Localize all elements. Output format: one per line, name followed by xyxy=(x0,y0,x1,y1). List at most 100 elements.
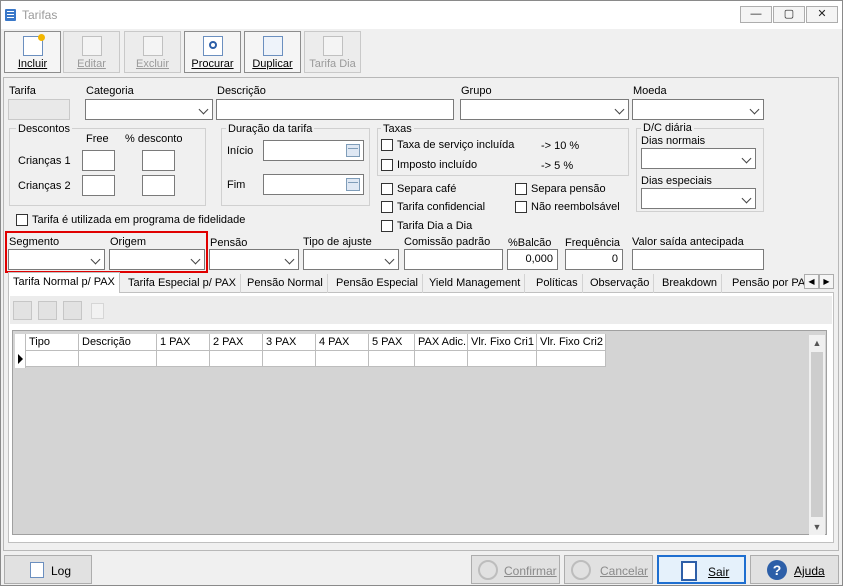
grid-vertical-scrollbar[interactable]: ▲ ▼ xyxy=(809,335,825,535)
sair-button[interactable]: Sair xyxy=(657,555,746,584)
criancas2-free-input[interactable] xyxy=(82,175,115,196)
tab-tarifa-normal[interactable]: Tarifa Normal p/ PAX xyxy=(8,272,120,293)
grid-cell[interactable] xyxy=(79,351,157,367)
duracao-label: Duração da tarifa xyxy=(226,123,315,135)
tarifa-input[interactable] xyxy=(8,99,70,120)
tab-pensao-por-pax[interactable]: Pensão por PA xyxy=(728,274,804,294)
grid-cell[interactable] xyxy=(210,351,263,367)
grid-header-3pax[interactable]: 3 PAX xyxy=(263,334,316,351)
grid-header-4pax[interactable]: 4 PAX xyxy=(316,334,369,351)
tarifa-dia-a-dia-checkbox[interactable] xyxy=(381,220,393,232)
grid-header-pax-adic[interactable]: PAX Adic. xyxy=(415,334,468,351)
grid-cell[interactable] xyxy=(157,351,210,367)
chevron-down-icon xyxy=(284,254,295,265)
grid-cell[interactable] xyxy=(537,351,606,367)
calendar-icon xyxy=(322,36,343,56)
tab-breakdown[interactable]: Breakdown xyxy=(658,274,723,294)
moeda-combo[interactable] xyxy=(632,99,764,120)
tab-observacao[interactable]: Observação xyxy=(586,274,655,294)
log-button[interactable]: Log xyxy=(4,555,92,584)
dias-especiais-combo[interactable] xyxy=(641,188,756,209)
tab-tarifa-especial[interactable]: Tarifa Especial p/ PAX xyxy=(124,274,242,294)
cancelar-button[interactable]: Cancelar xyxy=(564,555,653,584)
balcao-input[interactable]: 0,000 xyxy=(507,249,558,270)
criancas1-desconto-input[interactable] xyxy=(142,150,175,171)
frequencia-input[interactable]: 0 xyxy=(565,249,623,270)
grid-header-descricao[interactable]: Descrição xyxy=(79,334,157,351)
origem-label: Origem xyxy=(110,236,147,248)
incluir-label: Incluir xyxy=(17,58,48,70)
confirmar-button[interactable]: Confirmar xyxy=(471,555,560,584)
descricao-input[interactable] xyxy=(216,99,454,120)
grid-cell[interactable] xyxy=(316,351,369,367)
tab-pensao-normal[interactable]: Pensão Normal xyxy=(243,274,328,294)
scroll-up-icon[interactable]: ▲ xyxy=(809,335,825,351)
descontos-label: Descontos xyxy=(16,123,72,135)
imposto-checkbox[interactable] xyxy=(381,159,393,171)
grid-header-5pax[interactable]: 5 PAX xyxy=(369,334,415,351)
grupo-combo[interactable] xyxy=(460,99,629,120)
origem-combo[interactable] xyxy=(109,249,205,270)
chevron-down-icon xyxy=(741,193,752,204)
incluir-button[interactable]: Incluir xyxy=(4,31,61,73)
fidelidade-checkbox[interactable] xyxy=(16,214,28,226)
grid-cell[interactable] xyxy=(468,351,537,367)
tab-scroll-left-icon[interactable]: ◀ xyxy=(804,274,819,289)
categoria-combo[interactable] xyxy=(85,99,213,120)
tipo-ajuste-combo[interactable] xyxy=(303,249,399,270)
grid-cell[interactable] xyxy=(263,351,316,367)
excluir-label: Excluir xyxy=(135,58,169,70)
separa-cafe-checkbox[interactable] xyxy=(381,183,393,195)
duplicar-button[interactable]: Duplicar xyxy=(244,31,301,73)
grid-cell[interactable] xyxy=(415,351,468,367)
grid-header-1pax[interactable]: 1 PAX xyxy=(157,334,210,351)
duplicar-label: Duplicar xyxy=(252,58,293,70)
dias-normais-combo[interactable] xyxy=(641,148,756,169)
grid-cell[interactable] xyxy=(369,351,415,367)
chevron-down-icon xyxy=(198,104,209,115)
grid-delete-icon[interactable] xyxy=(63,301,82,320)
separa-pensao-checkbox[interactable] xyxy=(515,183,527,195)
grid-edit-icon[interactable] xyxy=(38,301,57,320)
taxas-label: Taxas xyxy=(381,123,414,135)
close-button[interactable]: ✕ xyxy=(806,6,838,23)
calendar-icon[interactable] xyxy=(346,178,360,191)
criancas1-free-input[interactable] xyxy=(82,150,115,171)
sair-label: Sair xyxy=(708,565,730,579)
fim-date-input[interactable] xyxy=(263,174,364,195)
tarifa-confidencial-checkbox[interactable] xyxy=(381,201,393,213)
current-row-arrow-icon xyxy=(18,354,23,364)
inicio-date-input[interactable] xyxy=(263,140,364,161)
ajuda-button[interactable]: ? Ajuda xyxy=(750,555,839,584)
moeda-label: Moeda xyxy=(633,85,667,97)
grid-add-icon[interactable] xyxy=(13,301,32,320)
scroll-thumb[interactable] xyxy=(811,352,823,517)
tab-yield-management[interactable]: Yield Management xyxy=(425,274,526,294)
tarifa-dia-button[interactable]: Tarifa Dia xyxy=(304,31,361,73)
grid-header-vlr-fixo-cri1[interactable]: Vlr. Fixo Cri1 xyxy=(468,334,537,351)
grid-header-2pax[interactable]: 2 PAX xyxy=(210,334,263,351)
editar-button[interactable]: Editar xyxy=(63,31,120,73)
valor-saida-input[interactable] xyxy=(632,249,764,270)
tab-politicas[interactable]: Políticas xyxy=(532,274,583,294)
grid-copy-icon[interactable] xyxy=(91,303,104,319)
nao-reembolsavel-checkbox[interactable] xyxy=(515,201,527,213)
criancas2-desconto-input[interactable] xyxy=(142,175,175,196)
taxa-servico-checkbox[interactable] xyxy=(381,139,393,151)
grid-header-vlr-fixo-cri2[interactable]: Vlr. Fixo Cri2 xyxy=(537,334,606,351)
comissao-input[interactable] xyxy=(404,249,503,270)
pensao-combo[interactable] xyxy=(209,249,299,270)
segmento-combo[interactable] xyxy=(8,249,105,270)
procurar-button[interactable]: Procurar xyxy=(184,31,241,73)
search-icon xyxy=(202,36,223,56)
restore-button[interactable]: ▢ xyxy=(773,6,805,23)
grid-cell[interactable] xyxy=(26,351,79,367)
calendar-icon[interactable] xyxy=(346,144,360,157)
scroll-down-icon[interactable]: ▼ xyxy=(809,519,825,535)
balcao-label: %Balcão xyxy=(508,237,552,249)
excluir-button[interactable]: Excluir xyxy=(124,31,181,73)
grid-header-tipo[interactable]: Tipo xyxy=(26,334,79,351)
tab-pensao-especial[interactable]: Pensão Especial xyxy=(332,274,423,294)
tab-scroll-right-icon[interactable]: ▶ xyxy=(819,274,834,289)
minimize-button[interactable]: — xyxy=(740,6,772,23)
